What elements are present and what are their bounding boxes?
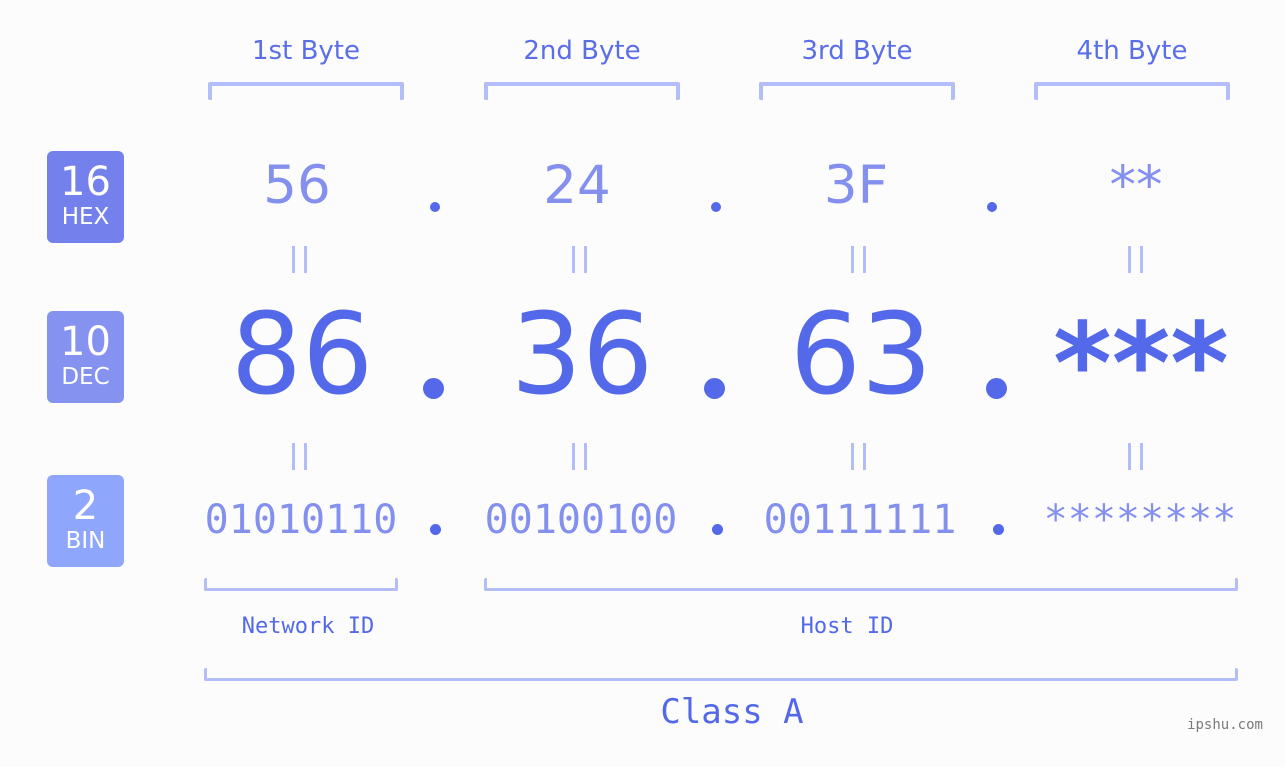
byte-bracket-3 <box>759 82 955 100</box>
byte-header-3: 3rd Byte <box>801 36 913 66</box>
equals-icon <box>1128 246 1143 273</box>
hex-byte-1: 56 <box>263 155 331 216</box>
bin-byte-2: 00100100 <box>484 497 678 543</box>
host-id-label: Host ID <box>800 614 894 639</box>
hex-dot-1 <box>430 202 440 212</box>
dec-byte-4: *** <box>1053 300 1229 430</box>
dec-byte-3: 63 <box>789 290 933 420</box>
dec-dot-3 <box>986 378 1007 399</box>
hex-label: HEX <box>61 204 110 230</box>
equals-icon <box>572 246 587 273</box>
dec-byte-1: 86 <box>230 290 374 420</box>
byte-bracket-2 <box>484 82 680 100</box>
hex-dot-2 <box>711 202 721 212</box>
hex-badge: 16 HEX <box>47 151 124 243</box>
hex-dot-3 <box>987 202 997 212</box>
bin-badge: 2 BIN <box>47 475 124 567</box>
dec-base: 10 <box>60 319 111 365</box>
bin-byte-4: ******** <box>1043 497 1237 543</box>
bin-byte-1: 01010110 <box>204 497 398 543</box>
watermark: ipshu.com <box>1187 717 1263 733</box>
equals-icon <box>1128 443 1143 470</box>
dec-label: DEC <box>61 364 110 390</box>
dec-dot-2 <box>704 378 725 399</box>
byte-header-1: 1st Byte <box>252 36 360 66</box>
bin-byte-3: 00111111 <box>763 497 957 543</box>
network-id-label: Network ID <box>241 614 375 639</box>
bin-dot-3 <box>993 524 1004 535</box>
ip-class-label: Class A <box>660 692 804 732</box>
dec-byte-2: 36 <box>510 290 654 420</box>
network-id-bracket <box>204 578 398 591</box>
bin-dot-2 <box>712 524 723 535</box>
hex-byte-2: 24 <box>543 155 611 216</box>
dec-dot-1 <box>423 378 444 399</box>
bin-dot-1 <box>430 524 441 535</box>
bin-label: BIN <box>65 528 106 554</box>
byte-header-4: 4th Byte <box>1076 36 1188 66</box>
class-bracket <box>204 668 1238 681</box>
equals-icon <box>851 246 866 273</box>
bin-base: 2 <box>72 483 99 529</box>
equals-icon <box>851 443 866 470</box>
dec-badge: 10 DEC <box>47 311 124 403</box>
byte-header-2: 2nd Byte <box>523 36 641 66</box>
byte-bracket-1 <box>208 82 404 100</box>
equals-icon <box>572 443 587 470</box>
host-id-bracket <box>484 578 1238 591</box>
hex-byte-3: 3F <box>823 155 889 216</box>
equals-icon <box>292 443 307 470</box>
hex-byte-4: ** <box>1109 155 1163 216</box>
equals-icon <box>292 246 307 273</box>
byte-bracket-4 <box>1034 82 1230 100</box>
hex-base: 16 <box>60 159 111 205</box>
